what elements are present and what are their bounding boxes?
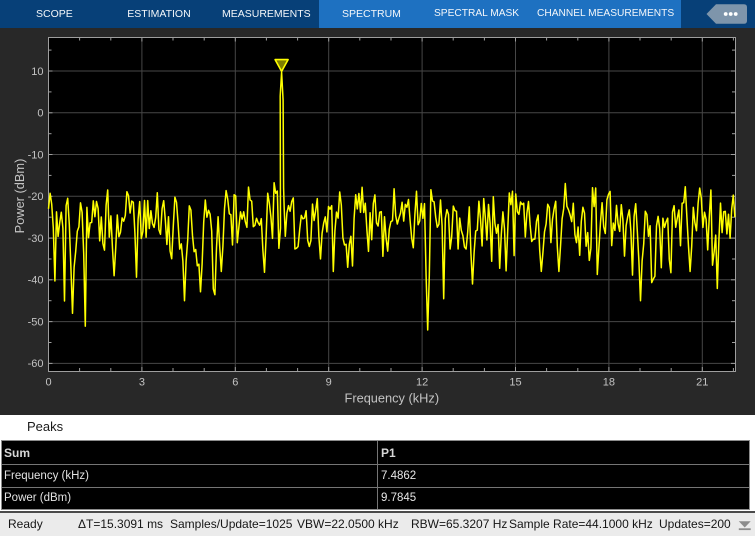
svg-text:15: 15 (509, 377, 521, 389)
svg-text:3: 3 (139, 377, 145, 389)
svg-text:Frequency (kHz): Frequency (kHz) (345, 391, 440, 406)
svg-text:12: 12 (416, 377, 428, 389)
svg-text:-30: -30 (28, 233, 44, 245)
svg-text:-10: -10 (28, 149, 44, 161)
svg-text:Power (dBm): Power (dBm) (12, 159, 27, 234)
svg-text:10: 10 (31, 66, 43, 78)
svg-text:18: 18 (603, 377, 615, 389)
svg-text:-20: -20 (28, 191, 44, 203)
svg-text:6: 6 (232, 377, 238, 389)
svg-text:0: 0 (37, 108, 43, 120)
svg-text:21: 21 (696, 377, 708, 389)
svg-text:0: 0 (45, 377, 51, 389)
svg-text:-50: -50 (28, 316, 44, 328)
svg-text:9: 9 (326, 377, 332, 389)
svg-text:-40: -40 (28, 275, 44, 287)
svg-text:-60: -60 (28, 358, 44, 370)
